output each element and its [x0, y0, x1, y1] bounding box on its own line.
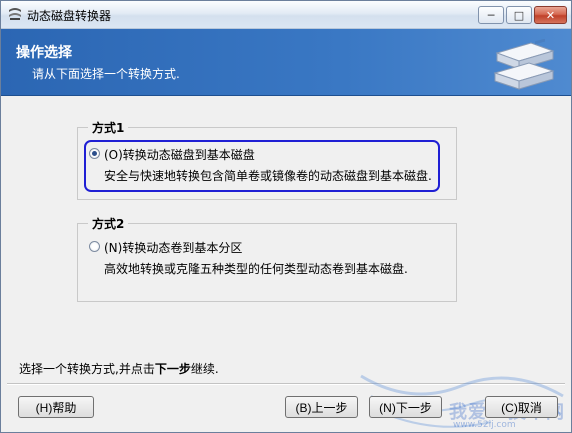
minimize-icon: ─ — [487, 8, 495, 22]
instruction-suffix: 继续. — [190, 362, 219, 376]
app-icon — [9, 8, 21, 20]
option-1-description: 安全与快速地转换包含简单卷或镜像卷的动态磁盘到基本磁盘. — [104, 169, 432, 183]
watermark-url: www.52ij.com — [453, 420, 516, 430]
group-2-legend: 方式2 — [88, 215, 129, 232]
page-title: 操作选择 — [16, 45, 72, 61]
next-button[interactable]: (N)下一步 — [369, 396, 442, 418]
option-1-radio[interactable] — [89, 148, 100, 159]
wizard-header: 操作选择 请从下面选择一个转换方式. — [1, 29, 571, 96]
dialog-window: 动态磁盘转换器 ─ □ ✕ 操作选择 请从下面选择一个转换方式. 方式1 (O)… — [0, 0, 572, 433]
page-subtitle: 请从下面选择一个转换方式. — [32, 67, 180, 81]
option-1-label[interactable]: (O)转换动态磁盘到基本磁盘 — [104, 146, 255, 163]
disk-drives-icon — [493, 39, 555, 90]
close-button[interactable]: ✕ — [534, 6, 567, 24]
title-bar[interactable]: 动态磁盘转换器 ─ □ ✕ — [1, 1, 571, 29]
close-icon: ✕ — [545, 8, 556, 22]
option-2-radio[interactable] — [89, 241, 100, 252]
option-2-label[interactable]: (N)转换动态卷到基本分区 — [104, 239, 242, 256]
option-2-description: 高效地转换或克隆五种类型的任何类型动态卷到基本磁盘. — [104, 262, 408, 276]
instruction-text: 选择一个转换方式,并点击下一步继续. — [19, 360, 219, 377]
footer-separator — [7, 383, 565, 385]
minimize-button[interactable]: ─ — [478, 6, 504, 24]
maximize-button[interactable]: □ — [506, 6, 532, 24]
help-button[interactable]: (H)帮助 — [18, 396, 94, 418]
group-1-legend: 方式1 — [88, 119, 129, 136]
cancel-button[interactable]: (C)取消 — [485, 396, 558, 418]
maximize-icon: □ — [513, 8, 525, 22]
window-title: 动态磁盘转换器 — [27, 9, 112, 23]
back-button[interactable]: (B)上一步 — [285, 396, 358, 418]
instruction-next-emphasis: 下一步 — [154, 362, 191, 376]
instruction-prefix: 选择一个转换方式,并点击 — [19, 362, 155, 376]
